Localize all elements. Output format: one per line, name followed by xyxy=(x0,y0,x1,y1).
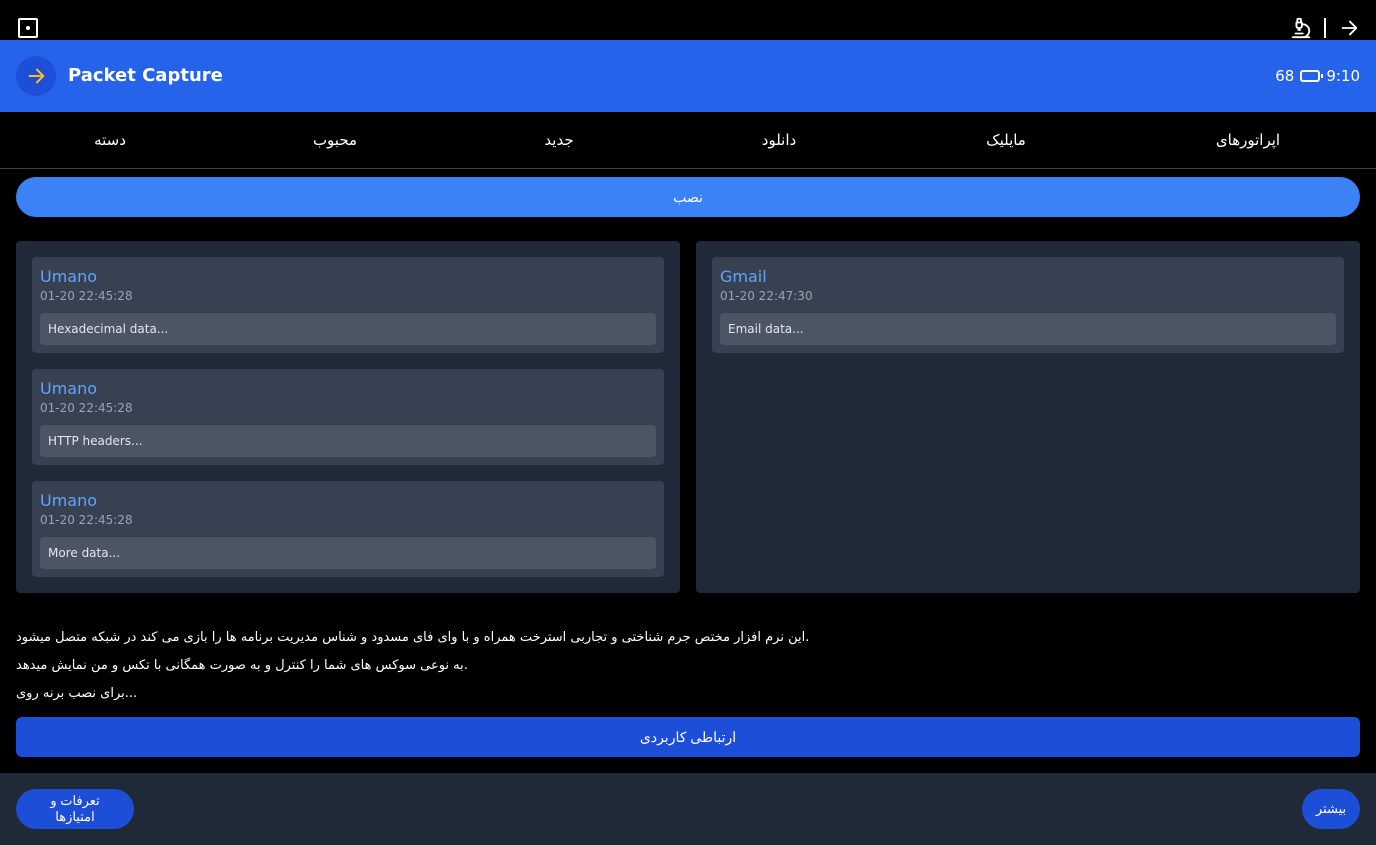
list-item[interactable]: Umano 01-20 22:45:28 Hexadecimal data... xyxy=(32,257,664,353)
footer-bar: تعرفات و امتیازها بیشتر xyxy=(0,773,1376,845)
app-name: Gmail xyxy=(720,267,767,286)
app-title: Packet Capture xyxy=(68,65,223,86)
install-button[interactable]: نصب xyxy=(16,177,1360,217)
battery-icon xyxy=(1300,70,1324,82)
tab-category[interactable]: دسته xyxy=(94,130,126,150)
description: این نرم افزار مختص جرم شناختی و تجاربی ا… xyxy=(16,624,1116,708)
list-item[interactable]: Gmail 01-20 22:47:30 Email data... xyxy=(712,257,1344,353)
description-line: به نوعی سوکس های شما را کنترل و به صورت … xyxy=(16,658,468,673)
tab-download[interactable]: دانلود xyxy=(762,130,796,150)
tab-favorites[interactable]: مایلیک xyxy=(986,130,1026,150)
app-header: Packet Capture 68 9:10 xyxy=(0,40,1376,112)
app-name: Umano xyxy=(40,267,98,286)
more-button[interactable]: بیشتر xyxy=(1302,789,1360,829)
tab-popular[interactable]: محبوب xyxy=(313,130,357,150)
app-name: Umano xyxy=(40,379,98,398)
tab-new[interactable]: جدید xyxy=(544,130,573,150)
timestamp: 01-20 22:47:30 xyxy=(720,289,813,303)
system-bar-actions xyxy=(1290,16,1360,40)
ratings-button[interactable]: تعرفات و امتیازها xyxy=(16,789,134,829)
tab-operators[interactable]: اپراتورهای xyxy=(1216,130,1280,150)
arrow-right-icon xyxy=(28,68,45,84)
list-item[interactable]: Umano 01-20 22:45:28 More data... xyxy=(32,481,664,577)
timestamp: 01-20 22:45:28 xyxy=(40,289,133,303)
data-preview[interactable]: HTTP headers... xyxy=(40,425,656,457)
capture-panel-left: Umano 01-20 22:45:28 Hexadecimal data...… xyxy=(16,241,680,593)
divider xyxy=(1324,18,1326,38)
app-name: Umano xyxy=(40,491,98,510)
timestamp: 01-20 22:45:28 xyxy=(40,401,133,415)
list-item[interactable]: Umano 01-20 22:45:28 HTTP headers... xyxy=(32,369,664,465)
description-line: این نرم افزار مختص جرم شناختی و تجاربی ا… xyxy=(16,630,810,645)
data-preview[interactable]: Hexadecimal data... xyxy=(40,313,656,345)
capture-panel-right: Gmail 01-20 22:47:30 Email data... xyxy=(696,241,1360,593)
timestamp: 01-20 22:45:28 xyxy=(40,513,133,527)
microscope-icon[interactable] xyxy=(1290,17,1312,39)
clock: 9:10 xyxy=(1326,67,1360,85)
category-tabs: دسته محبوب جدید دانلود مایلیک اپراتورهای xyxy=(0,112,1376,169)
status-info: 68 9:10 xyxy=(1275,66,1360,86)
connect-button[interactable]: ارتباطی کاربردی xyxy=(16,717,1360,757)
data-preview[interactable]: More data... xyxy=(40,537,656,569)
data-preview[interactable]: Email data... xyxy=(720,313,1336,345)
description-line: برای نصب برنه روی... xyxy=(16,686,138,701)
system-bar xyxy=(0,0,1376,40)
arrow-right-icon[interactable] xyxy=(1338,17,1360,39)
battery-level: 68 xyxy=(1275,67,1295,85)
back-button[interactable] xyxy=(16,56,56,96)
square-dot-icon[interactable] xyxy=(18,18,38,38)
